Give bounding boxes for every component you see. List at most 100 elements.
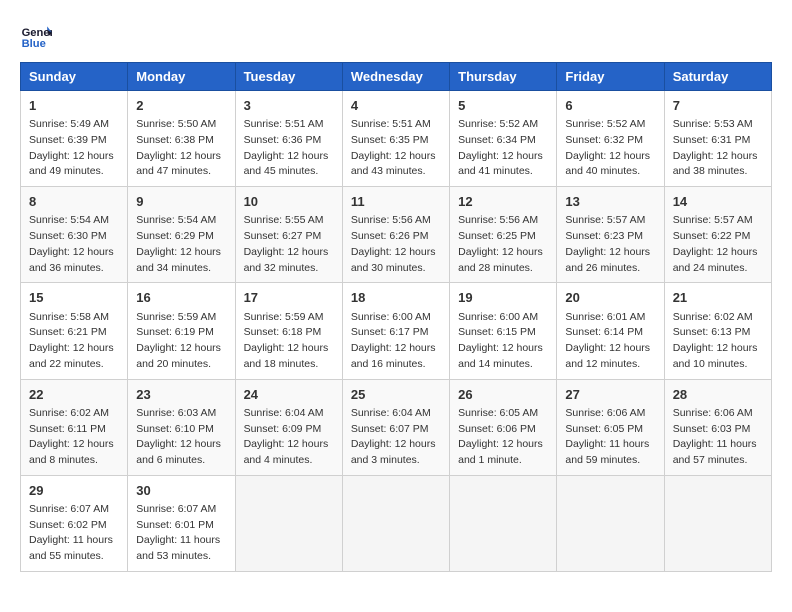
day-number: 24 [244,386,334,404]
day-info: Sunrise: 5:57 AM Sunset: 6:22 PM Dayligh… [673,213,763,276]
page-header: General Blue [20,20,772,52]
day-number: 19 [458,289,548,307]
calendar-cell: 5 Sunrise: 5:52 AM Sunset: 6:34 PM Dayli… [450,91,557,187]
calendar-cell: 17 Sunrise: 5:59 AM Sunset: 6:18 PM Dayl… [235,283,342,379]
day-number: 15 [29,289,119,307]
calendar-cell: 1 Sunrise: 5:49 AM Sunset: 6:39 PM Dayli… [21,91,128,187]
day-number: 1 [29,97,119,115]
day-number: 30 [136,482,226,500]
day-info: Sunrise: 5:59 AM Sunset: 6:19 PM Dayligh… [136,310,226,373]
calendar-cell: 4 Sunrise: 5:51 AM Sunset: 6:35 PM Dayli… [342,91,449,187]
calendar-cell: 10 Sunrise: 5:55 AM Sunset: 6:27 PM Dayl… [235,187,342,283]
day-number: 7 [673,97,763,115]
calendar-cell: 19 Sunrise: 6:00 AM Sunset: 6:15 PM Dayl… [450,283,557,379]
day-number: 6 [565,97,655,115]
day-number: 27 [565,386,655,404]
day-info: Sunrise: 5:58 AM Sunset: 6:21 PM Dayligh… [29,310,119,373]
day-number: 29 [29,482,119,500]
day-info: Sunrise: 6:05 AM Sunset: 6:06 PM Dayligh… [458,406,548,469]
calendar-cell [342,475,449,571]
calendar-cell: 9 Sunrise: 5:54 AM Sunset: 6:29 PM Dayli… [128,187,235,283]
day-number: 9 [136,193,226,211]
day-info: Sunrise: 5:59 AM Sunset: 6:18 PM Dayligh… [244,310,334,373]
calendar-cell: 7 Sunrise: 5:53 AM Sunset: 6:31 PM Dayli… [664,91,771,187]
day-number: 5 [458,97,548,115]
calendar-cell: 3 Sunrise: 5:51 AM Sunset: 6:36 PM Dayli… [235,91,342,187]
day-info: Sunrise: 6:00 AM Sunset: 6:17 PM Dayligh… [351,310,441,373]
calendar-cell: 16 Sunrise: 5:59 AM Sunset: 6:19 PM Dayl… [128,283,235,379]
calendar-cell: 30 Sunrise: 6:07 AM Sunset: 6:01 PM Dayl… [128,475,235,571]
svg-text:Blue: Blue [22,38,46,50]
logo: General Blue [20,20,56,52]
calendar-cell [664,475,771,571]
day-number: 26 [458,386,548,404]
day-number: 11 [351,193,441,211]
calendar-week-4: 22 Sunrise: 6:02 AM Sunset: 6:11 PM Dayl… [21,379,772,475]
day-info: Sunrise: 6:02 AM Sunset: 6:13 PM Dayligh… [673,310,763,373]
day-info: Sunrise: 5:57 AM Sunset: 6:23 PM Dayligh… [565,213,655,276]
calendar-week-5: 29 Sunrise: 6:07 AM Sunset: 6:02 PM Dayl… [21,475,772,571]
calendar-cell [557,475,664,571]
day-info: Sunrise: 6:01 AM Sunset: 6:14 PM Dayligh… [565,310,655,373]
calendar-cell: 11 Sunrise: 5:56 AM Sunset: 6:26 PM Dayl… [342,187,449,283]
weekday-header-sunday: Sunday [21,63,128,91]
day-number: 20 [565,289,655,307]
calendar-week-1: 1 Sunrise: 5:49 AM Sunset: 6:39 PM Dayli… [21,91,772,187]
calendar-week-2: 8 Sunrise: 5:54 AM Sunset: 6:30 PM Dayli… [21,187,772,283]
calendar-cell: 20 Sunrise: 6:01 AM Sunset: 6:14 PM Dayl… [557,283,664,379]
day-number: 25 [351,386,441,404]
day-info: Sunrise: 5:54 AM Sunset: 6:30 PM Dayligh… [29,213,119,276]
day-number: 17 [244,289,334,307]
day-info: Sunrise: 6:04 AM Sunset: 6:09 PM Dayligh… [244,406,334,469]
day-info: Sunrise: 6:00 AM Sunset: 6:15 PM Dayligh… [458,310,548,373]
calendar-cell: 28 Sunrise: 6:06 AM Sunset: 6:03 PM Dayl… [664,379,771,475]
day-info: Sunrise: 6:07 AM Sunset: 6:02 PM Dayligh… [29,502,119,565]
day-info: Sunrise: 6:06 AM Sunset: 6:05 PM Dayligh… [565,406,655,469]
weekday-header-friday: Friday [557,63,664,91]
calendar-cell: 8 Sunrise: 5:54 AM Sunset: 6:30 PM Dayli… [21,187,128,283]
day-info: Sunrise: 5:55 AM Sunset: 6:27 PM Dayligh… [244,213,334,276]
day-number: 28 [673,386,763,404]
day-info: Sunrise: 5:51 AM Sunset: 6:35 PM Dayligh… [351,117,441,180]
calendar-cell: 21 Sunrise: 6:02 AM Sunset: 6:13 PM Dayl… [664,283,771,379]
day-info: Sunrise: 5:51 AM Sunset: 6:36 PM Dayligh… [244,117,334,180]
calendar-cell [450,475,557,571]
calendar-cell: 23 Sunrise: 6:03 AM Sunset: 6:10 PM Dayl… [128,379,235,475]
day-info: Sunrise: 5:53 AM Sunset: 6:31 PM Dayligh… [673,117,763,180]
day-info: Sunrise: 6:07 AM Sunset: 6:01 PM Dayligh… [136,502,226,565]
logo-icon: General Blue [20,20,52,52]
weekday-header-monday: Monday [128,63,235,91]
calendar-cell: 24 Sunrise: 6:04 AM Sunset: 6:09 PM Dayl… [235,379,342,475]
day-number: 23 [136,386,226,404]
calendar-cell: 29 Sunrise: 6:07 AM Sunset: 6:02 PM Dayl… [21,475,128,571]
calendar-cell: 26 Sunrise: 6:05 AM Sunset: 6:06 PM Dayl… [450,379,557,475]
day-info: Sunrise: 5:56 AM Sunset: 6:25 PM Dayligh… [458,213,548,276]
weekday-header-row: SundayMondayTuesdayWednesdayThursdayFrid… [21,63,772,91]
day-number: 18 [351,289,441,307]
day-number: 13 [565,193,655,211]
day-info: Sunrise: 5:52 AM Sunset: 6:34 PM Dayligh… [458,117,548,180]
calendar-cell: 18 Sunrise: 6:00 AM Sunset: 6:17 PM Dayl… [342,283,449,379]
day-info: Sunrise: 5:49 AM Sunset: 6:39 PM Dayligh… [29,117,119,180]
day-number: 12 [458,193,548,211]
calendar-cell: 15 Sunrise: 5:58 AM Sunset: 6:21 PM Dayl… [21,283,128,379]
weekday-header-saturday: Saturday [664,63,771,91]
calendar-cell: 2 Sunrise: 5:50 AM Sunset: 6:38 PM Dayli… [128,91,235,187]
calendar-cell: 27 Sunrise: 6:06 AM Sunset: 6:05 PM Dayl… [557,379,664,475]
weekday-header-thursday: Thursday [450,63,557,91]
day-info: Sunrise: 5:50 AM Sunset: 6:38 PM Dayligh… [136,117,226,180]
day-number: 16 [136,289,226,307]
calendar-cell: 12 Sunrise: 5:56 AM Sunset: 6:25 PM Dayl… [450,187,557,283]
calendar-cell: 6 Sunrise: 5:52 AM Sunset: 6:32 PM Dayli… [557,91,664,187]
day-number: 22 [29,386,119,404]
weekday-header-wednesday: Wednesday [342,63,449,91]
day-info: Sunrise: 5:52 AM Sunset: 6:32 PM Dayligh… [565,117,655,180]
calendar-cell: 13 Sunrise: 5:57 AM Sunset: 6:23 PM Dayl… [557,187,664,283]
day-info: Sunrise: 6:04 AM Sunset: 6:07 PM Dayligh… [351,406,441,469]
weekday-header-tuesday: Tuesday [235,63,342,91]
day-number: 4 [351,97,441,115]
calendar-cell: 25 Sunrise: 6:04 AM Sunset: 6:07 PM Dayl… [342,379,449,475]
day-number: 10 [244,193,334,211]
day-info: Sunrise: 6:03 AM Sunset: 6:10 PM Dayligh… [136,406,226,469]
calendar-cell: 22 Sunrise: 6:02 AM Sunset: 6:11 PM Dayl… [21,379,128,475]
